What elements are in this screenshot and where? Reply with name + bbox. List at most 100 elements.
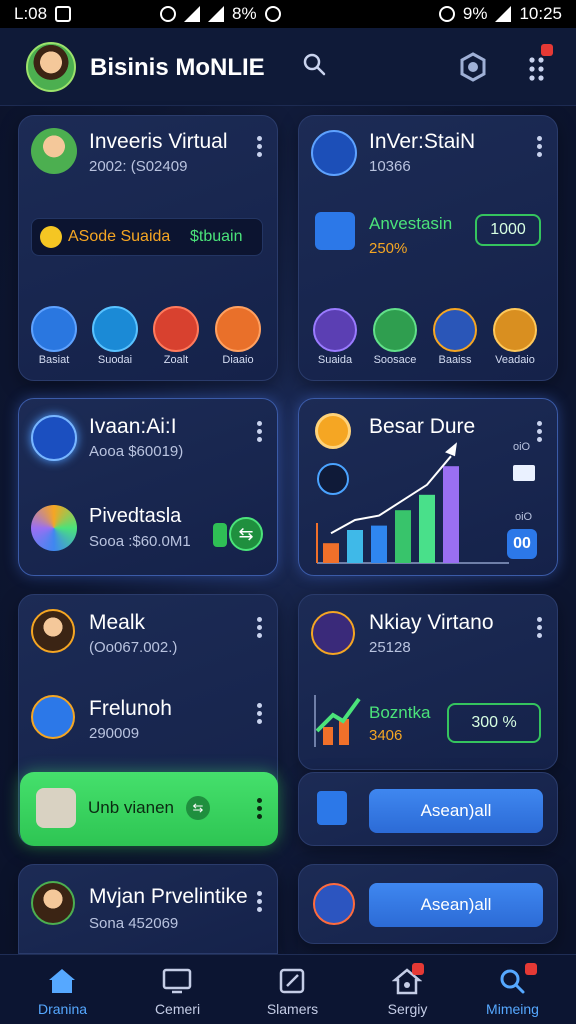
app-label: Veadaio [495, 354, 535, 366]
banner-left-label: ASode Suaida [68, 228, 171, 245]
metric-title: Anvestasin [369, 214, 453, 233]
banner-right-label: $tbuain [190, 228, 243, 245]
card-title: Ivaan:Ai:I [89, 415, 177, 438]
hand-icon [31, 415, 77, 461]
coin-icon [40, 226, 62, 248]
avatar[interactable] [26, 42, 76, 92]
app-label: Soosace [373, 354, 417, 366]
kebab-menu-icon[interactable] [256, 136, 262, 160]
action-button[interactable]: Asean)all [369, 789, 543, 833]
growth-chart-icon [314, 695, 361, 747]
nav-label: Mimeing [486, 1001, 539, 1017]
card-investment-ai[interactable]: Ivaan:Ai:I Aooa $60019) Pivedtasla Sooa … [18, 398, 278, 576]
card-title: Besar Dure [369, 415, 476, 438]
chart-bar [395, 510, 411, 563]
more-menu-icon[interactable] [527, 44, 553, 84]
face-icon [160, 6, 176, 22]
highlight-label: Unb vianen [88, 798, 175, 817]
nav-item-slamers[interactable]: Slamers [235, 955, 350, 1024]
app-icon[interactable] [31, 306, 77, 352]
nav-label: Cemeri [154, 1001, 201, 1017]
app-icon[interactable] [493, 308, 537, 352]
message-icon [55, 6, 72, 22]
document-icon [317, 791, 347, 825]
nav-item-mimeing[interactable]: Mimeing [455, 955, 570, 1024]
chart-bar [371, 525, 387, 563]
product-image [36, 788, 76, 828]
app-label: Zoalt [163, 354, 189, 366]
status-time: L:08 [14, 4, 48, 23]
app-label: Baaiss [438, 354, 472, 366]
metric-title: Bozntka [369, 703, 431, 722]
chart-bar [443, 466, 459, 563]
card-title: Mealk [89, 611, 146, 634]
app-icon[interactable] [153, 306, 199, 352]
edit-icon [279, 968, 305, 994]
app-label: Basiat [38, 354, 70, 366]
app-icon[interactable] [313, 308, 357, 352]
metric-value: 3406 [369, 727, 403, 744]
kebab-menu-icon[interactable] [536, 136, 542, 160]
page-title: Bisinis MoNLIE [90, 54, 265, 81]
signal-icon [208, 6, 224, 22]
swap-icon[interactable]: ⇆ [229, 517, 263, 551]
metric-value: 250% [369, 240, 408, 257]
action-button[interactable]: Asean)all [369, 883, 543, 927]
row-title: Frelunoh [89, 697, 172, 720]
card-subtitle: (Oo067.002.) [89, 639, 178, 656]
kebab-menu-icon[interactable] [256, 421, 262, 445]
card-title: InVer:StaiN [369, 130, 476, 153]
app-header: Bisinis MoNLIE [0, 28, 576, 106]
folder-icon [31, 695, 75, 739]
trend-arrow-icon [445, 442, 457, 457]
row-subtitle: 290009 [89, 725, 140, 742]
app-icon[interactable] [215, 306, 261, 352]
card-mvjan[interactable]: Mvjan Prvelintike Sona 452069 [18, 864, 278, 954]
app-label: Suaida [317, 354, 353, 366]
document-icon [315, 212, 355, 250]
chart-bar [347, 530, 363, 563]
nav-label: Sergiy [387, 1001, 428, 1017]
bottom-nav: Dranina Cemeri Slamers Sergiy Mimeing [0, 954, 576, 1024]
kebab-menu-icon[interactable] [256, 891, 262, 915]
app-label: Suodai [97, 354, 133, 366]
card-title: Nkiay Virtano [369, 611, 494, 634]
compass-icon [311, 611, 355, 655]
card-investment-virtual[interactable]: Inveeris Virtual 2002: (S02409 ASode Sua… [18, 115, 278, 381]
nav-item-sergiy[interactable]: Sergiy [350, 955, 465, 1024]
card-chart[interactable]: Besar Dure oiO oiO 00 [298, 398, 558, 576]
summary-banner: ASode Suaida $tbuain [31, 218, 263, 256]
value-box: 300 % [447, 703, 541, 743]
kebab-menu-icon[interactable] [536, 421, 542, 445]
nav-item-dashboard[interactable]: Dranina [5, 955, 120, 1024]
app-icon[interactable] [92, 306, 138, 352]
card-investment-stats[interactable]: InVer:StaiN 10366 Anvestasin 250% 1000 S… [298, 115, 558, 381]
app-icon[interactable] [373, 308, 417, 352]
swap-icon[interactable]: ⇆ [186, 796, 210, 820]
nav-label: Slamers [266, 1001, 319, 1017]
hex-icon [213, 523, 227, 547]
settings-icon[interactable] [458, 52, 488, 82]
search-icon[interactable] [302, 52, 326, 76]
alarm-icon [438, 6, 455, 22]
app-icon[interactable] [433, 308, 477, 352]
highlight-card[interactable]: Unb vianen ⇆ [20, 772, 278, 846]
nav-label: Dranina [37, 1001, 88, 1017]
kebab-menu-icon[interactable] [256, 703, 262, 727]
row-title: Pivedtasla [89, 505, 182, 527]
card-subtitle: 2002: (S02409 [89, 158, 188, 175]
card-nkiay-virtano[interactable]: Nkiay Virtano 25128 Bozntka 3406 300 % [298, 594, 558, 770]
kebab-menu-icon[interactable] [536, 617, 542, 641]
nav-item-cemeri[interactable]: Cemeri [120, 955, 235, 1024]
status-time-right: 10:25 [519, 4, 562, 23]
avatar [31, 609, 75, 653]
kebab-menu-icon[interactable] [256, 798, 262, 822]
card-action: Asean)all [298, 864, 558, 944]
kebab-menu-icon[interactable] [256, 617, 262, 641]
status-bar: L:08 8% 9% 10:25 [0, 0, 576, 28]
notification-badge [525, 963, 537, 975]
bank-icon [311, 130, 357, 176]
notification-badge [412, 963, 424, 975]
card-subtitle: Aooa $60019) [89, 443, 184, 460]
card-subtitle: 10366 [369, 158, 411, 175]
